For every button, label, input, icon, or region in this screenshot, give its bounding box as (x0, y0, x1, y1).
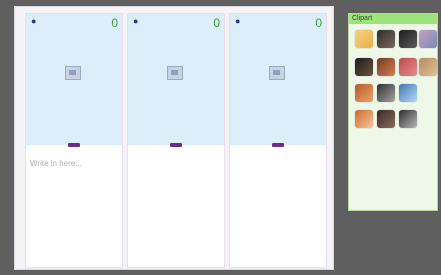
clipart-person-1[interactable] (355, 30, 373, 48)
image-placeholder-icon (167, 66, 183, 80)
panel-count: 0 (315, 16, 322, 30)
clipart-computer[interactable] (355, 84, 373, 102)
story-panel-2[interactable]: ● 0 (127, 13, 225, 268)
clipart-people-2[interactable] (399, 84, 417, 102)
image-placeholder-icon (65, 66, 81, 80)
clipart-person-7[interactable] (399, 58, 417, 76)
pin-icon: ● (235, 16, 241, 26)
panel-divider-handle[interactable] (170, 143, 182, 147)
clipart-person-4[interactable] (419, 30, 437, 48)
clipart-person-6[interactable] (377, 58, 395, 76)
panel-image-area[interactable]: ● 0 (26, 14, 122, 145)
pin-icon: ● (133, 16, 139, 26)
panel-count: 0 (111, 16, 118, 30)
clipart-person-2[interactable] (377, 30, 395, 48)
pin-icon: ● (31, 16, 37, 26)
clipart-sidepanel-title: Clipart (349, 14, 437, 24)
panel-image-area[interactable]: ● 0 (128, 14, 224, 145)
clipart-person-8[interactable] (419, 58, 437, 76)
panel-divider-handle[interactable] (272, 143, 284, 147)
clipart-people-3[interactable] (355, 110, 373, 128)
panel-image-area[interactable]: ● 0 (230, 14, 326, 145)
panel-count: 0 (213, 16, 220, 30)
write-in-here-text[interactable]: Write in here... (30, 159, 82, 168)
panel-divider-handle[interactable] (68, 143, 80, 147)
story-panel-1[interactable]: ● 0 Write in here... (25, 13, 123, 268)
story-panel-3[interactable]: ● 0 (229, 13, 327, 268)
clipart-sidepanel: Clipart (348, 13, 438, 211)
clipart-flower[interactable] (399, 110, 417, 128)
clipart-person-5[interactable] (355, 58, 373, 76)
image-placeholder-icon (269, 66, 285, 80)
workspace-board: ● 0 Write in here... ● 0 ● 0 (14, 6, 334, 270)
clipart-people-1[interactable] (377, 84, 395, 102)
clipart-person-3[interactable] (399, 30, 417, 48)
clipart-people-4[interactable] (377, 110, 395, 128)
